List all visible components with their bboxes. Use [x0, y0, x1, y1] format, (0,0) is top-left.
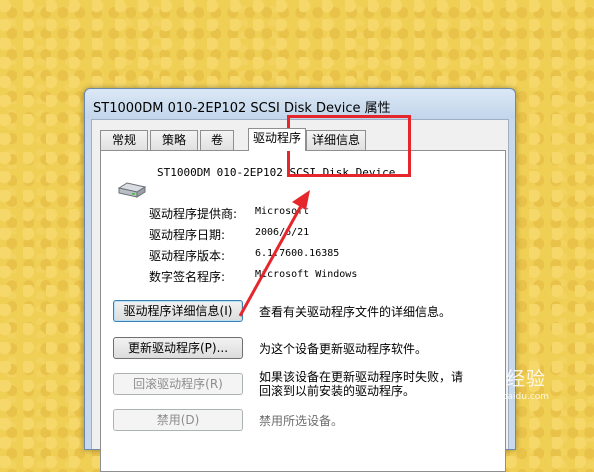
baidu-watermark-logo: Bai 经验 — [466, 368, 546, 390]
tab-driver[interactable]: 驱动程序 — [248, 128, 306, 151]
baidu-watermark-url: jingyan.baidu.com — [466, 392, 550, 402]
